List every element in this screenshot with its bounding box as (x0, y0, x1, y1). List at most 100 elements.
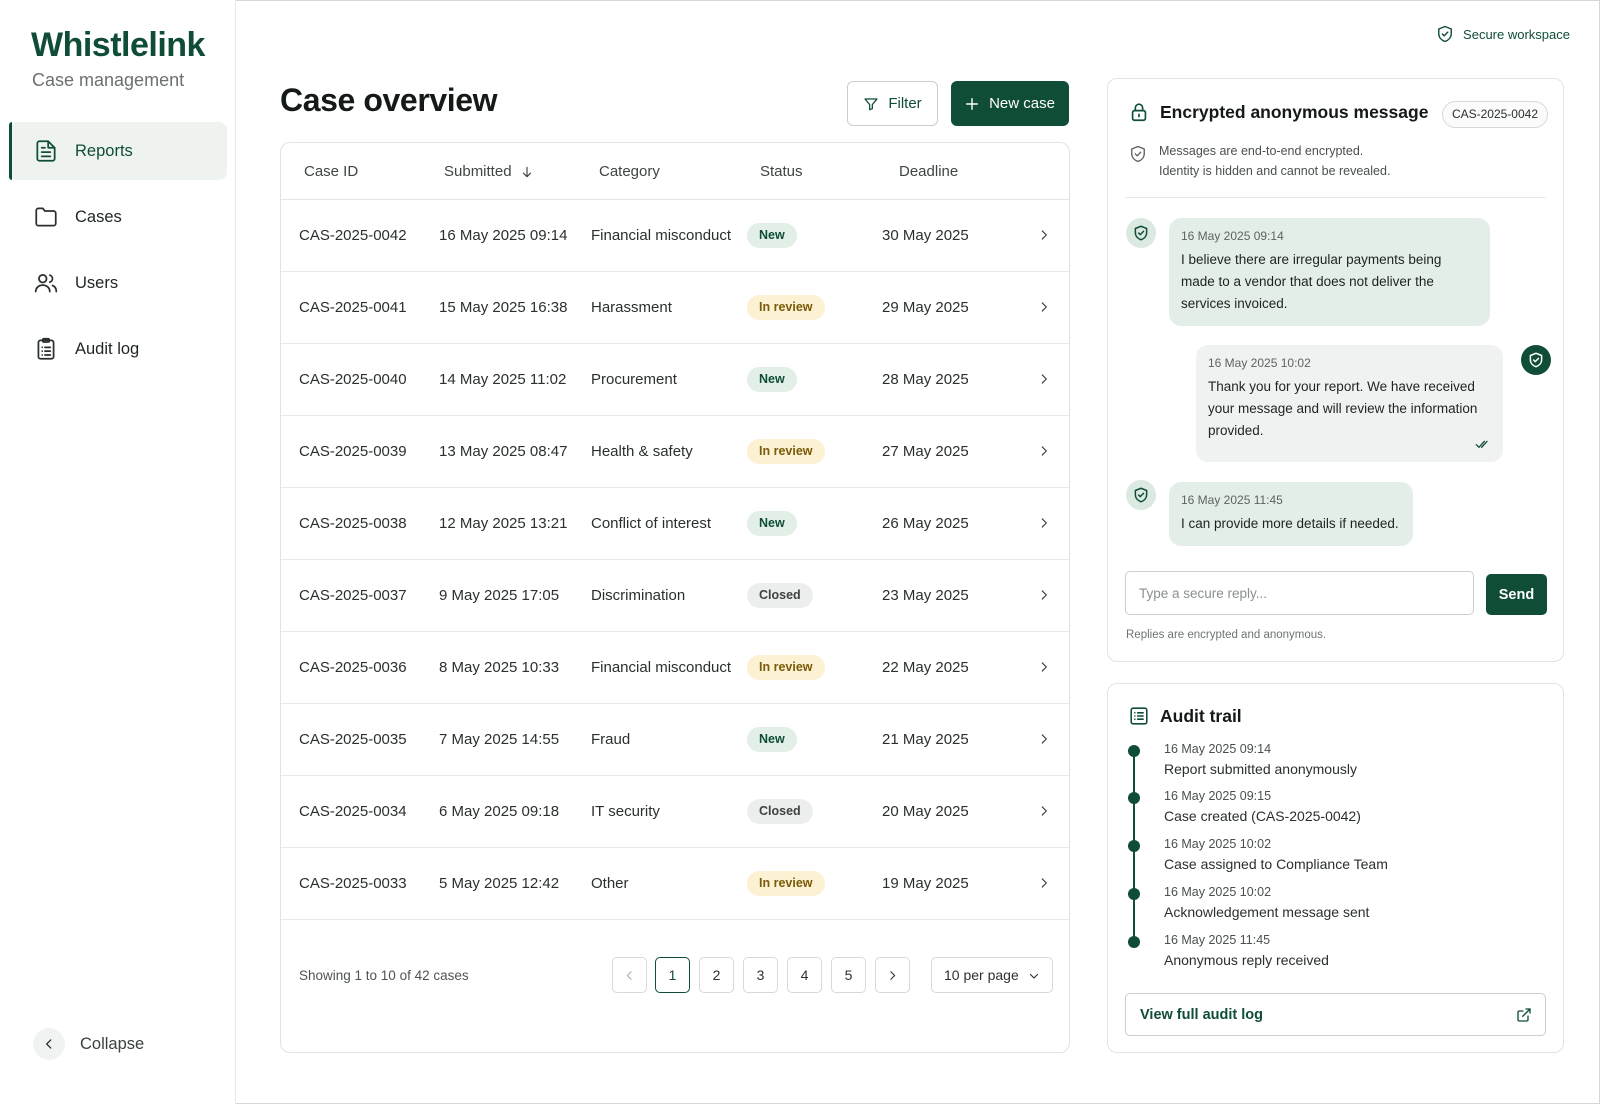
table-row[interactable]: CAS-2025-0039 13 May 2025 08:47 Health & s… (281, 416, 1069, 488)
encryption-note-line-2: Identity is hidden and cannot be reveale… (1159, 164, 1391, 178)
page-button-4[interactable]: 4 (787, 957, 822, 993)
filter-button[interactable]: Filter (847, 81, 938, 126)
page-button-5[interactable]: 5 (831, 957, 866, 993)
status-badge: New (747, 223, 797, 248)
cell-submitted: 5 May 2025 12:42 (439, 875, 560, 892)
status-badge: In review (747, 439, 825, 464)
table-row[interactable]: CAS-2025-0037 9 May 2025 17:05 Discriminat… (281, 560, 1069, 632)
column-header-submitted[interactable]: Submitted (444, 163, 534, 180)
reporter-avatar (1126, 218, 1156, 248)
page-title: Case overview (280, 82, 498, 118)
cell-case-id: CAS-2025-0035 (299, 731, 407, 748)
chevron-right-icon (1041, 806, 1047, 816)
view-full-audit-log-button[interactable]: View full audit log (1125, 993, 1546, 1036)
shield-check-icon (1438, 25, 1453, 43)
column-header-case-id[interactable]: Case ID (304, 163, 358, 180)
secure-workspace-label: Secure workspace (1463, 26, 1570, 42)
cell-category: Financial misconduct (591, 659, 732, 676)
page-button-2[interactable]: 2 (699, 957, 734, 993)
message-text: I can provide more details if needed. (1181, 516, 1399, 531)
filter-label: Filter (888, 95, 922, 112)
encryption-note: Messages are end-to-end encrypted. Ident… (1128, 141, 1390, 181)
message-time: 16 May 2025 11:45 (1181, 493, 1283, 507)
table-row[interactable]: CAS-2025-0034 6 May 2025 09:18 IT security… (281, 776, 1069, 848)
reviewer-avatar (1521, 345, 1551, 375)
cell-deadline: 19 May 2025 (882, 875, 969, 892)
chevron-left-icon (33, 1028, 65, 1060)
cell-category: Harassment (591, 299, 672, 316)
cell-category: Discrimination (591, 587, 686, 604)
external-link-icon (1517, 1008, 1531, 1022)
cell-category: Conflict of interest (591, 515, 712, 532)
table-row[interactable]: CAS-2025-0038 12 May 2025 13:21 Conflict o… (281, 488, 1069, 560)
table-row[interactable]: CAS-2025-0035 7 May 2025 14:55 Fraud 21 May… (281, 704, 1069, 776)
status-badge: In review (747, 655, 825, 680)
reply-note: Replies are encrypted and anonymous. (1126, 629, 1327, 641)
next-page-button[interactable] (875, 957, 910, 993)
cell-case-id: CAS-2025-0040 (299, 371, 407, 388)
cell-deadline: 22 May 2025 (882, 659, 969, 676)
sidebar-item-label: Reports (75, 141, 133, 160)
previous-page-button[interactable] (612, 957, 647, 993)
page-button-1[interactable]: 1 (655, 957, 690, 993)
timeline-time: 16 May 2025 11:45 (1164, 933, 1271, 947)
sidebar-item-label: Cases (75, 207, 122, 226)
sidebar: Whistlelink Case management Reports Case… (0, 0, 236, 1104)
page-button-3[interactable]: 3 (743, 957, 778, 993)
collapse-button[interactable]: Collapse (33, 1028, 144, 1060)
table-row[interactable]: CAS-2025-0041 15 May 2025 16:38 Harassment… (281, 272, 1069, 344)
column-header-label: Submitted (444, 163, 512, 180)
per-page-value: 10 per page (944, 967, 1019, 983)
sidebar-item-users[interactable]: Users (9, 254, 227, 312)
cell-submitted: 15 May 2025 16:38 (439, 299, 568, 316)
cell-case-id: CAS-2025-0033 (299, 875, 407, 892)
shield-check-icon (1134, 225, 1148, 241)
folder-icon (35, 207, 57, 227)
message-text: Thank you for your report. We have recei… (1208, 379, 1478, 438)
cell-submitted: 7 May 2025 14:55 (439, 731, 560, 748)
encryption-note-line-1: Messages are end-to-end encrypted. (1159, 144, 1364, 158)
column-header-category[interactable]: Category (599, 163, 660, 180)
cell-case-id: CAS-2025-0037 (299, 587, 407, 604)
cell-submitted: 6 May 2025 09:18 (439, 803, 560, 820)
message-time: 16 May 2025 09:14 (1181, 229, 1284, 243)
timeline-time: 16 May 2025 10:02 (1164, 885, 1272, 899)
sidebar-item-cases[interactable]: Cases (9, 188, 227, 246)
cell-deadline: 28 May 2025 (882, 371, 969, 388)
cell-deadline: 20 May 2025 (882, 803, 969, 820)
column-header-deadline[interactable]: Deadline (899, 163, 958, 180)
table-row[interactable]: CAS-2025-0042 16 May 2025 09:14 Financial … (281, 200, 1069, 272)
message-bubble-incoming: 16 May 2025 09:14 I believe there are ir… (1169, 218, 1490, 326)
cell-submitted: 8 May 2025 10:33 (439, 659, 560, 676)
chevron-right-icon (1041, 590, 1047, 600)
chevron-right-icon (1041, 734, 1047, 744)
pagination-summary: Showing 1 to 10 of 42 cases (299, 968, 469, 983)
chevron-right-icon (1041, 446, 1047, 456)
column-header-status[interactable]: Status (760, 163, 803, 180)
cell-submitted: 13 May 2025 08:47 (439, 443, 568, 460)
sidebar-item-audit-log[interactable]: Audit log (9, 320, 227, 378)
sidebar-item-reports[interactable]: Reports (9, 122, 227, 180)
sidebar-item-label: Audit log (75, 339, 140, 358)
cell-deadline: 26 May 2025 (882, 515, 969, 532)
timeline-text: Case assigned to Compliance Team (1164, 856, 1388, 872)
timeline-dot (1128, 840, 1140, 852)
table-row[interactable]: CAS-2025-0036 8 May 2025 10:33 Financial m… (281, 632, 1069, 704)
message-text: I believe there are irregular payments b… (1181, 252, 1442, 311)
audit-panel-title: Audit trail (1160, 705, 1242, 726)
plus-icon (966, 97, 979, 110)
view-full-audit-log-label: View full audit log (1140, 1006, 1263, 1023)
encrypted-message-panel: Encrypted anonymous message CAS-2025-004… (1107, 78, 1564, 662)
secure-reply-input[interactable] (1125, 571, 1474, 615)
sort-down-icon (522, 166, 531, 177)
table-row[interactable]: CAS-2025-0033 5 May 2025 12:42 Other 19 May… (281, 848, 1069, 920)
shield-check-icon (1134, 487, 1148, 503)
chevron-right-icon (1041, 230, 1047, 240)
per-page-select[interactable]: 10 per page (931, 957, 1053, 993)
table-row[interactable]: CAS-2025-0040 14 May 2025 11:02 Procuremen… (281, 344, 1069, 416)
send-button[interactable]: Send (1486, 574, 1547, 615)
cell-category: Fraud (591, 731, 631, 748)
new-case-button[interactable]: New case (951, 81, 1069, 126)
cell-submitted: 16 May 2025 09:14 (439, 227, 568, 244)
sidebar-nav: Reports Cases Users Audit log (9, 122, 227, 386)
